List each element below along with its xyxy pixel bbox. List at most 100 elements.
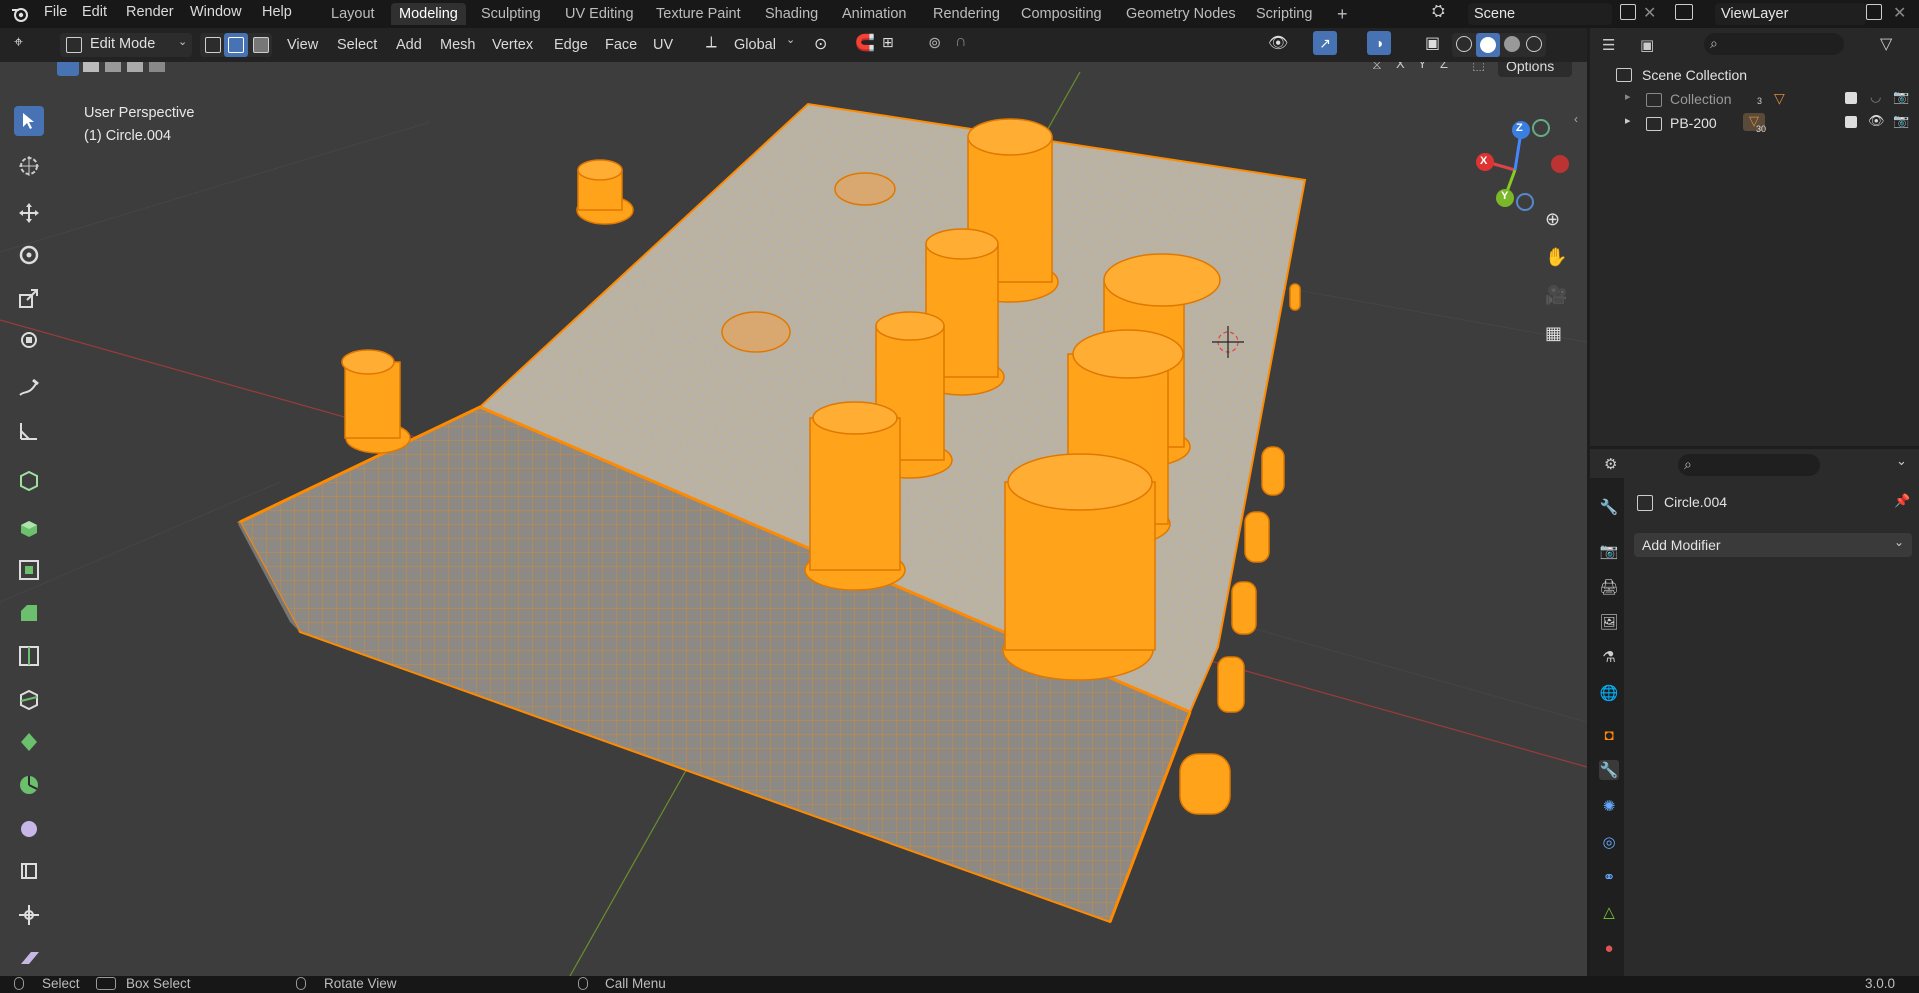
menu-edit[interactable]: Edit: [82, 4, 107, 20]
scene-icon[interactable]: ⛭: [1432, 3, 1445, 21]
loop-cut-tool[interactable]: [14, 641, 44, 671]
menu-file[interactable]: File: [44, 4, 67, 20]
shrink-fatten-tool[interactable]: [14, 900, 44, 930]
new-view-layer-icon[interactable]: [1866, 4, 1882, 20]
menu-help[interactable]: Help: [262, 4, 292, 20]
falloff-icon[interactable]: ∩: [955, 33, 967, 51]
filter-icon[interactable]: ▽: [1880, 34, 1892, 54]
menu-view[interactable]: View: [287, 33, 318, 57]
annotate-tool[interactable]: [14, 373, 44, 403]
mirror-x-toggle[interactable]: X: [1396, 62, 1405, 71]
view-layer-tab-icon[interactable]: 🖼: [1599, 612, 1619, 632]
pin-icon[interactable]: 📌: [1894, 493, 1910, 509]
tab-rendering[interactable]: Rendering: [925, 3, 1008, 25]
proportional-edit-icon[interactable]: ⊚: [928, 33, 941, 53]
mirror-y-toggle[interactable]: Y: [1418, 62, 1427, 71]
select-box-tool[interactable]: [14, 106, 44, 136]
menu-mesh[interactable]: Mesh: [440, 33, 475, 57]
orientation-dropdown[interactable]: Global: [734, 33, 776, 57]
menu-uv[interactable]: UV: [653, 33, 673, 57]
rendered-shading-icon[interactable]: [1526, 36, 1542, 52]
camera-icon[interactable]: 🎥: [1545, 285, 1567, 306]
expand-arrow-icon[interactable]: ▸: [1625, 114, 1631, 127]
editor-type-icon[interactable]: ⌖: [14, 34, 23, 52]
visibility-icon[interactable]: 👁: [1268, 33, 1288, 53]
transform-orientation-icon[interactable]: ⟂: [706, 34, 717, 52]
mirror-icon[interactable]: ⧖: [1372, 62, 1382, 73]
inset-tool[interactable]: [14, 555, 44, 585]
close-icon[interactable]: ✕: [1643, 3, 1656, 23]
menu-vertex[interactable]: Vertex: [492, 33, 533, 57]
poly-build-tool[interactable]: [14, 727, 44, 757]
bevel-tool[interactable]: [14, 598, 44, 628]
expand-arrow-icon[interactable]: ▸: [1625, 90, 1631, 103]
tab-scripting[interactable]: Scripting: [1248, 3, 1320, 25]
outliner-item-collection[interactable]: ▸ Collection 3 ▽ ◡ 📷: [1590, 88, 1919, 112]
modifier-tab-icon[interactable]: 🔧: [1599, 760, 1619, 780]
editor-type-icon[interactable]: ⚙: [1604, 455, 1617, 473]
face-select-icon[interactable]: [250, 35, 270, 55]
new-scene-icon[interactable]: [1620, 4, 1636, 20]
render-tab-icon[interactable]: 📷: [1599, 541, 1619, 561]
menu-add[interactable]: Add: [396, 33, 422, 57]
edge-slide-tool[interactable]: [14, 856, 44, 886]
output-tab-icon[interactable]: 🖨: [1599, 577, 1619, 597]
physics-tab-icon[interactable]: ◎: [1599, 832, 1619, 852]
mirror-z-toggle[interactable]: Z: [1440, 62, 1448, 71]
outliner-item-pb200[interactable]: ▸ PB-200 ▽ 30 👁 📷: [1590, 112, 1919, 136]
smooth-tool[interactable]: [14, 813, 44, 843]
scale-tool[interactable]: [14, 283, 44, 313]
constraints-tab-icon[interactable]: ⚭: [1599, 867, 1619, 887]
tab-uv-editing[interactable]: UV Editing: [557, 3, 642, 25]
vertex-select-icon[interactable]: [202, 35, 222, 55]
shear-tool[interactable]: [14, 943, 44, 973]
render-camera-icon[interactable]: 📷: [1893, 89, 1909, 105]
chevron-down-icon[interactable]: ⌄: [1896, 453, 1907, 469]
solid-shading-icon[interactable]: [1476, 33, 1500, 57]
close-view-layer-icon[interactable]: ✕: [1893, 3, 1906, 23]
gizmo-toggle-icon[interactable]: ↗: [1313, 31, 1337, 55]
select-extend-icon[interactable]: [83, 62, 99, 72]
extrude-tool[interactable]: [14, 512, 44, 542]
zoom-icon[interactable]: ⊕: [1545, 209, 1560, 230]
menu-select[interactable]: Select: [337, 33, 377, 57]
move-tool[interactable]: [14, 198, 44, 228]
transform-tool[interactable]: [14, 325, 44, 355]
select-intersect-icon[interactable]: [149, 62, 165, 72]
scene-field[interactable]: Scene: [1468, 3, 1612, 25]
auto-merge-icon[interactable]: ⬚: [1472, 62, 1485, 73]
ortho-toggle-icon[interactable]: ▦: [1545, 323, 1562, 344]
tool-tab-icon[interactable]: 🔧: [1599, 497, 1619, 517]
rotate-tool[interactable]: [14, 240, 44, 270]
tab-modeling[interactable]: Modeling: [391, 3, 466, 25]
scene-tab-icon[interactable]: ⚗: [1599, 647, 1619, 667]
knife-tool[interactable]: [14, 684, 44, 714]
particles-tab-icon[interactable]: ✺: [1599, 796, 1619, 816]
object-tab-icon[interactable]: ◘: [1599, 725, 1619, 745]
material-tab-icon[interactable]: ●: [1599, 938, 1619, 958]
tab-animation[interactable]: Animation: [834, 3, 914, 25]
data-tab-icon[interactable]: △: [1599, 902, 1619, 922]
display-mode-icon[interactable]: ☰: [1602, 36, 1615, 54]
hide-icon[interactable]: ◡: [1870, 89, 1881, 105]
tab-geometry-nodes[interactable]: Geometry Nodes: [1118, 3, 1244, 25]
menu-window[interactable]: Window: [190, 4, 242, 20]
xray-icon[interactable]: ▣: [1425, 33, 1440, 53]
outliner-search-input[interactable]: ⌕: [1704, 33, 1844, 55]
menu-render[interactable]: Render: [126, 4, 174, 20]
select-invert-icon[interactable]: [127, 62, 143, 72]
tab-texture-paint[interactable]: Texture Paint: [648, 3, 749, 25]
menu-edge[interactable]: Edge: [554, 33, 588, 57]
add-workspace-icon[interactable]: +: [1329, 3, 1356, 25]
select-subtract-icon[interactable]: [105, 62, 121, 72]
tab-compositing[interactable]: Compositing: [1013, 3, 1110, 25]
viewport-canvas[interactable]: [0, 62, 1587, 976]
render-camera-icon[interactable]: 📷: [1893, 113, 1909, 129]
add-cube-tool[interactable]: [14, 465, 44, 495]
pivot-point-icon[interactable]: ⊙: [814, 34, 827, 54]
overlay-toggle-icon[interactable]: ◑: [1367, 31, 1391, 55]
exclude-checkbox[interactable]: [1845, 92, 1857, 104]
cursor-tool[interactable]: [14, 151, 44, 181]
eye-icon[interactable]: 👁: [1868, 113, 1885, 129]
tab-sculpting[interactable]: Sculpting: [473, 3, 549, 25]
